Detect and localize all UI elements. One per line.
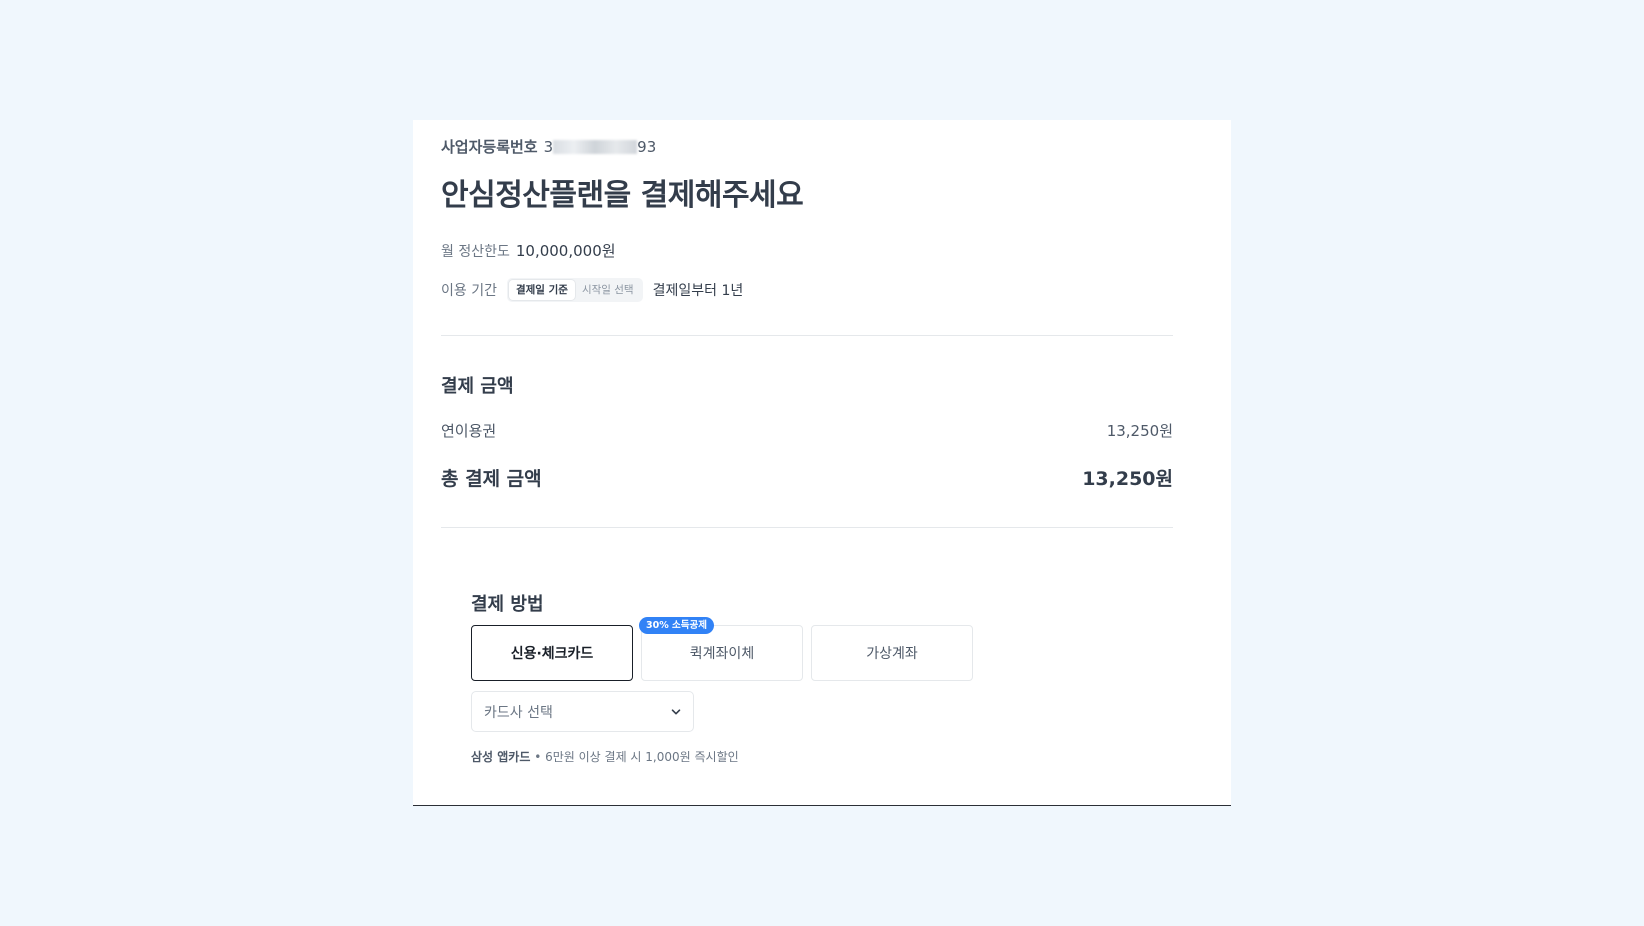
method-card-button[interactable]: 신용·체크카드 xyxy=(471,625,633,681)
method-card-label: 신용·체크카드 xyxy=(510,646,594,662)
total-amount: 총 결제 금액 13,250원 xyxy=(441,464,1173,491)
line-item-value: 13,250원 xyxy=(1106,422,1173,440)
promo-brand: 삼성 앱카드 xyxy=(471,750,531,764)
monthly-limit: 월 정산한도 10,000,000원 xyxy=(441,240,616,261)
business-number: 사업자등록번호 3 93 xyxy=(441,136,656,157)
period-toggle: 결제일 기준 시작일 선택 xyxy=(506,278,643,302)
masked-digits xyxy=(553,140,638,154)
method-virtual-account-button[interactable]: 가상계좌 xyxy=(811,625,973,681)
page-title: 안심정산플랜을 결제해주세요 xyxy=(441,178,804,213)
method-virtual-account-label: 가상계좌 xyxy=(866,646,918,662)
line-item-label: 연이용권 xyxy=(441,422,497,440)
promo-text: • 6만원 이상 결제 시 1,000원 즉시할인 xyxy=(534,750,739,764)
period-option-payment-date[interactable]: 결제일 기준 xyxy=(508,280,575,300)
business-number-value: 3 93 xyxy=(543,138,657,156)
business-number-label: 사업자등록번호 xyxy=(441,138,538,156)
card-promo: 삼성 앱카드 • 6만원 이상 결제 시 1,000원 즉시할인 xyxy=(471,748,739,765)
monthly-limit-label: 월 정산한도 xyxy=(441,244,510,260)
line-item-annual: 연이용권 13,250원 xyxy=(441,420,1173,441)
card-company-select[interactable]: 카드사 선택 xyxy=(471,691,694,732)
payment-card: 사업자등록번호 3 93 안심정산플랜을 결제해주세요 월 정산한도 10,000,0… xyxy=(413,120,1231,806)
chevron-down-icon xyxy=(671,708,681,714)
card-company-placeholder: 카드사 선택 xyxy=(484,704,553,721)
payment-method-title: 결제 방법 xyxy=(471,594,544,615)
divider xyxy=(441,335,1173,336)
monthly-limit-value: 10,000,000원 xyxy=(515,242,616,260)
method-quick-transfer-button[interactable]: 30% 소득공제 퀵계좌이체 xyxy=(639,617,803,681)
income-deduction-badge: 30% 소득공제 xyxy=(639,617,715,634)
divider xyxy=(441,527,1173,528)
usage-period-label: 이용 기간 xyxy=(441,283,497,299)
period-option-start-date[interactable]: 시작일 선택 xyxy=(575,280,641,300)
total-amount-label: 총 결제 금액 xyxy=(441,468,542,490)
total-amount-value: 13,250원 xyxy=(1082,468,1173,490)
amount-section-title: 결제 금액 xyxy=(441,376,514,397)
usage-period: 이용 기간 결제일 기준 시작일 선택 결제일부터 1년 xyxy=(441,278,743,302)
usage-period-note: 결제일부터 1년 xyxy=(652,283,744,299)
method-quick-transfer-label: 퀵계좌이체 xyxy=(689,646,755,662)
payment-method-options: 신용·체크카드 30% 소득공제 퀵계좌이체 가상계좌 xyxy=(471,617,973,681)
